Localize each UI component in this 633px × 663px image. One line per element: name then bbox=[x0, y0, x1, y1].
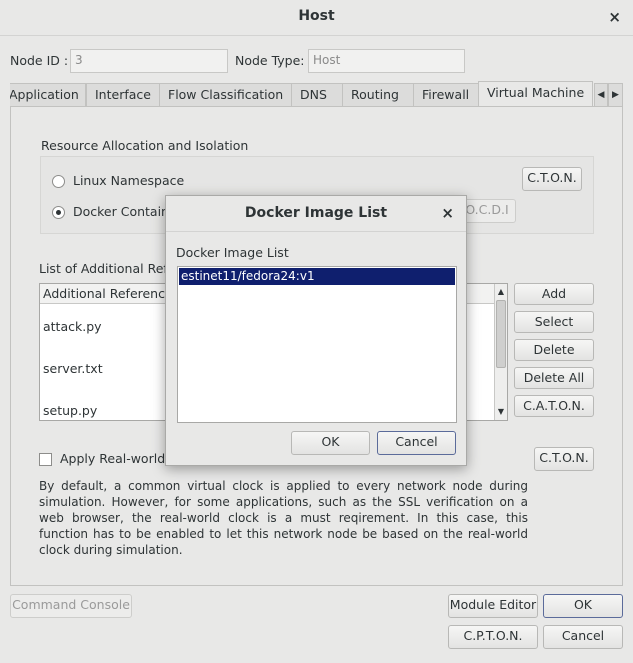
delete-button[interactable]: Delete bbox=[514, 339, 594, 361]
tab-virtual-machine[interactable]: Virtual Machine bbox=[478, 81, 593, 107]
additional-list-heading: List of Additional Refe bbox=[39, 261, 176, 276]
scrollbar[interactable]: ▲ ▼ bbox=[494, 284, 507, 420]
docker-image-list[interactable]: estinet11/fedora24:v1 bbox=[177, 266, 457, 423]
delete-all-button[interactable]: Delete All bbox=[514, 367, 594, 389]
dialog-titlebar: Docker Image List × bbox=[166, 196, 466, 232]
window-title: Host bbox=[298, 8, 335, 24]
dialog-title: Docker Image List bbox=[244, 205, 388, 221]
node-id-field: 3 bbox=[70, 49, 228, 73]
docker-container-label: Docker Containe bbox=[72, 204, 177, 219]
dialog-ok-button[interactable]: OK bbox=[291, 431, 370, 455]
module-editor-button[interactable]: Module Editor bbox=[448, 594, 538, 618]
tab-dns[interactable]: DNS bbox=[291, 83, 343, 107]
cpton-button[interactable]: C.P.T.O.N. bbox=[448, 625, 538, 649]
cton-button-resource[interactable]: C.T.O.N. bbox=[522, 167, 582, 191]
tab-routing[interactable]: Routing bbox=[342, 83, 415, 107]
radio-icon bbox=[52, 175, 65, 188]
tab-scroll-right-icon[interactable]: ▶ bbox=[608, 83, 623, 107]
node-type-label: Node Type: bbox=[235, 53, 305, 68]
select-button[interactable]: Select bbox=[514, 311, 594, 333]
node-type-field: Host bbox=[308, 49, 465, 73]
file-item[interactable]: setup.py bbox=[43, 403, 97, 418]
resource-heading: Resource Allocation and Isolation bbox=[41, 138, 249, 153]
scrollbar-thumb[interactable] bbox=[496, 300, 506, 368]
scroll-up-icon[interactable]: ▲ bbox=[495, 286, 507, 298]
radio-checked-icon bbox=[52, 206, 65, 219]
node-id-label: Node ID : bbox=[10, 53, 69, 68]
caton-button[interactable]: C.A.T.O.N. bbox=[514, 395, 594, 417]
command-console-button[interactable]: Command Console bbox=[10, 594, 132, 618]
cton-button-realworld[interactable]: C.T.O.N. bbox=[534, 447, 594, 471]
file-item[interactable]: attack.py bbox=[43, 319, 102, 334]
ok-button[interactable]: OK bbox=[543, 594, 623, 618]
tab-application[interactable]: Application bbox=[10, 83, 86, 107]
list-empty-area bbox=[179, 286, 450, 418]
file-item[interactable]: server.txt bbox=[43, 361, 103, 376]
tab-scroll-left-icon[interactable]: ◀ bbox=[594, 83, 608, 107]
tab-bar: Application Interface Flow Classificatio… bbox=[10, 81, 623, 107]
tab-firewall[interactable]: Firewall bbox=[413, 83, 480, 107]
linux-namespace-label: Linux Namespace bbox=[72, 173, 185, 188]
checkbox-icon bbox=[39, 453, 52, 466]
realworld-description: By default, a common virtual clock is ap… bbox=[39, 479, 528, 557]
add-button[interactable]: Add bbox=[514, 283, 594, 305]
window-titlebar: Host × bbox=[0, 0, 633, 36]
cancel-button[interactable]: Cancel bbox=[543, 625, 623, 649]
realworld-clock-checkbox[interactable]: Apply Real-world C bbox=[39, 451, 178, 466]
docker-image-dialog: Docker Image List × Docker Image List es… bbox=[165, 195, 467, 466]
docker-container-radio[interactable]: Docker Containe bbox=[52, 204, 177, 219]
tab-interface[interactable]: Interface bbox=[86, 83, 161, 107]
window-close-icon[interactable]: × bbox=[608, 8, 621, 26]
dialog-cancel-button[interactable]: Cancel bbox=[377, 431, 456, 455]
docker-image-item-selected[interactable]: estinet11/fedora24:v1 bbox=[179, 268, 455, 285]
dialog-close-icon[interactable]: × bbox=[441, 204, 454, 222]
dialog-list-label: Docker Image List bbox=[176, 245, 289, 260]
tab-flow-classification[interactable]: Flow Classification bbox=[159, 83, 292, 107]
scroll-down-icon[interactable]: ▼ bbox=[495, 406, 507, 418]
linux-namespace-radio[interactable]: Linux Namespace bbox=[52, 173, 184, 188]
realworld-clock-label: Apply Real-world C bbox=[59, 451, 178, 466]
